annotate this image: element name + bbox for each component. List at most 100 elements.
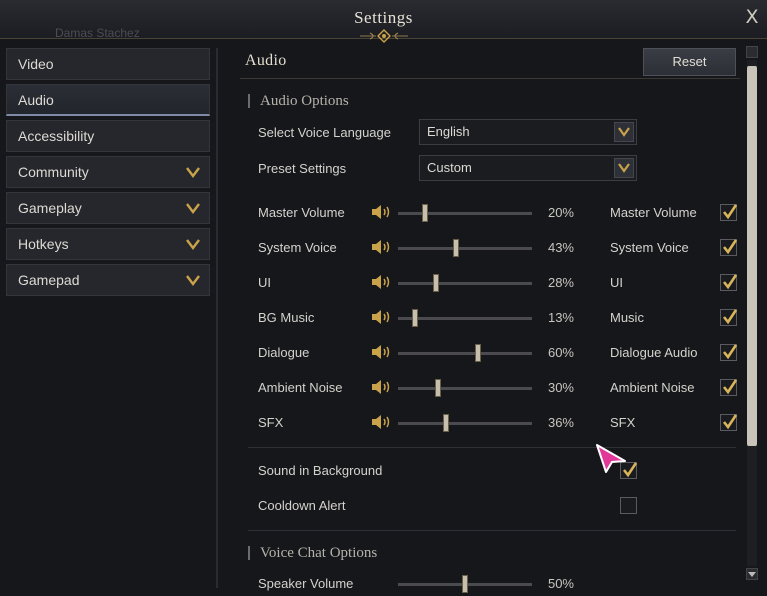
- speaker-icon: [372, 310, 390, 324]
- sidebar-item-label: Video: [18, 56, 54, 72]
- sidebar-item-label: Community: [18, 164, 89, 180]
- sound-in-background-label: Sound in Background: [258, 463, 383, 478]
- scrollbar[interactable]: [744, 46, 760, 582]
- volume-row: UI 28% UI: [230, 271, 740, 295]
- volume-label: Dialogue: [258, 345, 310, 360]
- sidebar-item-label: Accessibility: [18, 128, 95, 144]
- volume-row: SFX 36% SFX: [230, 411, 740, 435]
- volume-slider[interactable]: [398, 274, 532, 292]
- volume-toggle-checkbox[interactable]: [720, 309, 738, 326]
- section-divider: [240, 78, 740, 79]
- volume-label: System Voice: [258, 240, 337, 255]
- volume-percent: 13%: [547, 310, 574, 325]
- check-icon: [722, 344, 738, 360]
- toggle-label: SFX: [610, 415, 636, 430]
- slider-handle[interactable]: [432, 274, 439, 292]
- volume-label: SFX: [258, 415, 284, 430]
- volume-slider[interactable]: [398, 309, 532, 327]
- preset-settings-select[interactable]: Custom: [419, 155, 637, 181]
- reset-button[interactable]: Reset: [643, 48, 736, 76]
- volume-row: System Voice 43% System Voice: [230, 236, 740, 260]
- speaker-icon: [372, 240, 390, 254]
- sidebar-item-accessibility[interactable]: Accessibility: [6, 120, 210, 152]
- sidebar-item-audio[interactable]: Audio: [6, 84, 210, 116]
- cooldown-alert-checkbox[interactable]: [620, 497, 637, 514]
- slider-handle[interactable]: [412, 309, 419, 327]
- chevron-down-icon: [618, 163, 630, 173]
- volume-toggle-checkbox[interactable]: [720, 239, 738, 256]
- voice-language-select[interactable]: English: [419, 119, 637, 145]
- volume-slider[interactable]: [398, 379, 532, 397]
- sidebar-item-gameplay[interactable]: Gameplay: [6, 192, 210, 224]
- sidebar-item-community[interactable]: Community: [6, 156, 210, 188]
- ornament-icon: [360, 29, 408, 43]
- volume-label: Ambient Noise: [258, 380, 343, 395]
- preset-settings-value: Custom: [427, 160, 472, 175]
- sidebar-item-label: Gameplay: [18, 200, 82, 216]
- speaker-volume-percent: 50%: [547, 576, 574, 591]
- dropdown-arrow[interactable]: [614, 158, 634, 178]
- toggle-label: UI: [610, 275, 623, 290]
- check-icon: [722, 414, 738, 430]
- voice-language-value: English: [427, 124, 470, 139]
- check-icon: [722, 239, 738, 255]
- voice-chat-options-heading: Voice Chat Options: [248, 546, 377, 561]
- volume-row: Ambient Noise 30% Ambient Noise: [230, 376, 740, 400]
- check-icon: [722, 309, 738, 325]
- sidebar-item-hotkeys[interactable]: Hotkeys: [6, 228, 210, 260]
- slider-handle[interactable]: [452, 239, 459, 257]
- speaker-icon: [372, 275, 390, 289]
- scroll-down-button[interactable]: [746, 568, 758, 580]
- panel-divider: [216, 48, 218, 588]
- section-title: Audio: [245, 52, 287, 69]
- slider-handle[interactable]: [475, 344, 482, 362]
- chevron-down-icon: [618, 127, 630, 137]
- mouse-cursor-icon: [596, 444, 626, 473]
- volume-slider[interactable]: [398, 204, 532, 222]
- volume-slider[interactable]: [398, 344, 532, 362]
- volume-toggle-checkbox[interactable]: [720, 379, 738, 396]
- cooldown-alert-label: Cooldown Alert: [258, 498, 346, 513]
- check-icon: [722, 274, 738, 290]
- sidebar-item-label: Gamepad: [18, 272, 80, 288]
- scroll-up-button[interactable]: [746, 46, 758, 58]
- toggle-label: Ambient Noise: [610, 380, 695, 395]
- scroll-thumb[interactable]: [747, 66, 757, 446]
- slider-handle[interactable]: [443, 414, 450, 432]
- volume-slider[interactable]: [398, 414, 532, 432]
- volume-row: Master Volume 20% Master Volume: [230, 201, 740, 225]
- check-icon: [722, 204, 738, 220]
- preset-settings-label: Preset Settings: [258, 161, 347, 176]
- chevron-down-icon: [186, 203, 200, 214]
- dropdown-arrow[interactable]: [614, 122, 634, 142]
- sidebar: Video Audio Accessibility Community Game…: [6, 48, 210, 300]
- speaker-icon: [372, 345, 390, 359]
- sidebar-item-gamepad[interactable]: Gamepad: [6, 264, 210, 296]
- scroll-track[interactable]: [747, 60, 757, 566]
- sidebar-item-label: Audio: [18, 92, 54, 108]
- speaker-icon: [372, 205, 390, 219]
- close-button[interactable]: X: [740, 5, 764, 29]
- volume-row: Dialogue 60% Dialogue Audio: [230, 341, 740, 365]
- chevron-down-icon: [186, 167, 200, 178]
- slider-handle[interactable]: [462, 575, 468, 593]
- volume-toggle-checkbox[interactable]: [720, 204, 738, 221]
- background-ghost-text: Damas Stachez: [55, 26, 140, 40]
- check-icon: [722, 379, 738, 395]
- volume-toggle-checkbox[interactable]: [720, 414, 738, 431]
- volume-toggle-checkbox[interactable]: [720, 274, 738, 291]
- speaker-volume-slider[interactable]: [398, 575, 532, 593]
- voice-language-label: Select Voice Language: [258, 125, 391, 140]
- toggle-label: Master Volume: [610, 205, 697, 220]
- slider-handle[interactable]: [435, 379, 442, 397]
- volume-percent: 43%: [547, 240, 574, 255]
- volume-label: Master Volume: [258, 205, 345, 220]
- slider-handle[interactable]: [421, 204, 428, 222]
- sidebar-item-video[interactable]: Video: [6, 48, 210, 80]
- volume-toggle-checkbox[interactable]: [720, 344, 738, 361]
- volume-label: UI: [258, 275, 271, 290]
- volume-percent: 60%: [547, 345, 574, 360]
- chevron-down-icon: [186, 239, 200, 250]
- title-bar: Damas Stachez Settings X: [0, 0, 767, 43]
- volume-slider[interactable]: [398, 239, 532, 257]
